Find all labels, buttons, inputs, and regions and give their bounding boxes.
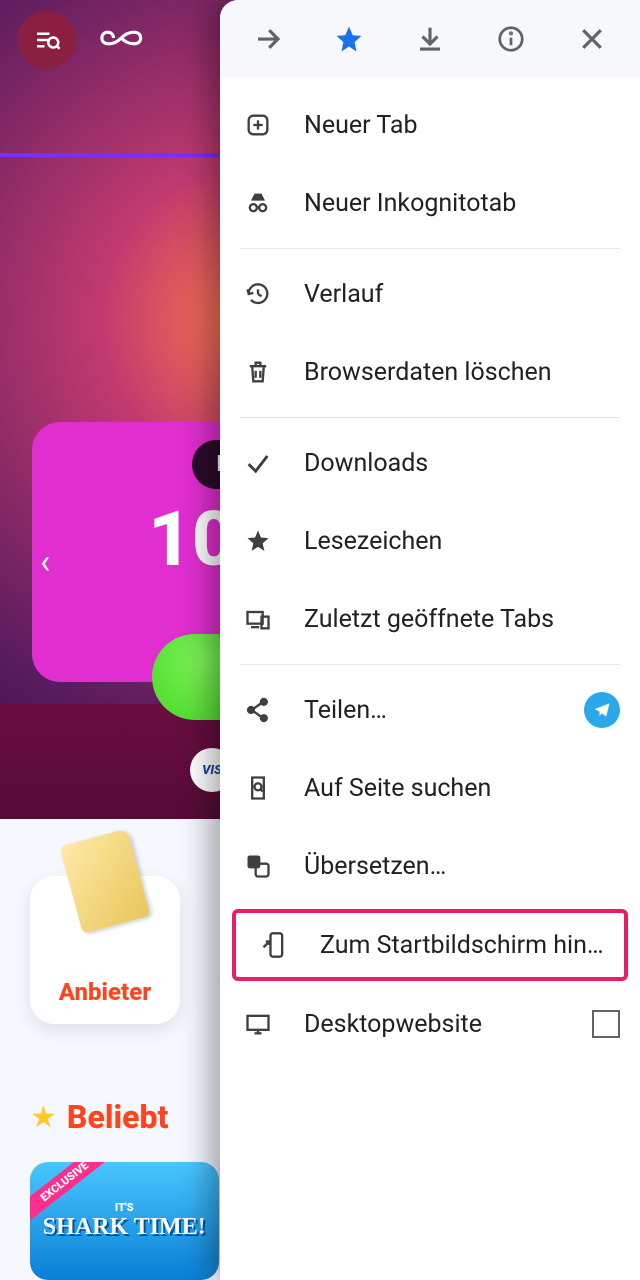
devices-icon xyxy=(244,605,272,633)
menu-item-desktop-site[interactable]: Desktopwebsite xyxy=(220,985,640,1063)
plus-square-icon xyxy=(244,111,272,139)
menu-separator xyxy=(240,417,620,418)
menu-label: Verlauf xyxy=(304,280,620,309)
bookmark-star-button[interactable] xyxy=(332,22,366,56)
menu-item-new-tab[interactable]: Neuer Tab xyxy=(220,86,640,164)
trash-icon xyxy=(244,358,272,386)
promo-prev-arrow[interactable]: ‹ xyxy=(40,542,50,582)
category-card-providers[interactable]: Anbieter xyxy=(30,876,180,1024)
search-icon xyxy=(32,25,62,55)
menu-item-downloads[interactable]: Downloads xyxy=(220,424,640,502)
history-icon xyxy=(244,280,272,308)
menu-label: Auf Seite suchen xyxy=(304,774,620,803)
telegram-share-button[interactable] xyxy=(584,692,620,728)
browser-menu-panel: Neuer Tab Neuer Inkognitotab Verlauf Bro… xyxy=(220,0,640,1280)
desktop-icon xyxy=(244,1010,272,1038)
info-icon xyxy=(496,24,526,54)
telegram-icon xyxy=(592,700,612,720)
menu-label: Neuer Inkognitotab xyxy=(304,189,620,218)
search-button[interactable] xyxy=(18,11,76,69)
site-logo[interactable] xyxy=(98,23,160,57)
find-in-page-icon xyxy=(244,774,272,802)
menu-item-add-to-home[interactable]: Zum Startbildschirm hinz… xyxy=(232,909,628,981)
menu-label: Lesezeichen xyxy=(304,527,620,556)
star-filled-icon xyxy=(334,24,364,54)
menu-item-bookmarks[interactable]: Lesezeichen xyxy=(220,502,640,580)
menu-item-incognito[interactable]: Neuer Inkognitotab xyxy=(220,164,640,242)
game-card-sharktime[interactable]: EXCLUSIVE IT'S SHARK TIME! xyxy=(30,1162,219,1280)
game-title: SHARK TIME! xyxy=(43,1214,206,1241)
info-button[interactable] xyxy=(494,22,528,56)
menu-label: Zum Startbildschirm hinz… xyxy=(320,931,604,960)
star-icon xyxy=(244,527,272,555)
game-subtitle: IT'S xyxy=(43,1201,206,1214)
menu-separator xyxy=(240,248,620,249)
check-icon xyxy=(244,449,272,477)
close-menu-button[interactable] xyxy=(575,22,609,56)
menu-separator xyxy=(240,664,620,665)
browser-menu-list: Neuer Tab Neuer Inkognitotab Verlauf Bro… xyxy=(220,78,640,1280)
menu-label: Zuletzt geöffnete Tabs xyxy=(304,605,620,634)
category-label: Anbieter xyxy=(59,978,151,1006)
translate-icon xyxy=(244,852,272,880)
incognito-icon xyxy=(244,189,272,217)
menu-item-recent-tabs[interactable]: Zuletzt geöffnete Tabs xyxy=(220,580,640,658)
add-to-home-icon xyxy=(260,931,288,959)
menu-label: Übersetzen… xyxy=(304,852,620,881)
download-button[interactable] xyxy=(413,22,447,56)
browser-menu-toolbar xyxy=(220,0,640,78)
section-title: Beliebt xyxy=(67,1098,168,1136)
infinity-icon xyxy=(98,23,160,53)
download-icon xyxy=(415,24,445,54)
star-icon: ★ xyxy=(30,1100,57,1135)
share-icon xyxy=(244,696,272,724)
close-icon xyxy=(577,24,607,54)
forward-button[interactable] xyxy=(251,22,285,56)
menu-label: Teilen… xyxy=(304,696,556,725)
desktop-site-checkbox[interactable] xyxy=(592,1010,620,1038)
arrow-right-icon xyxy=(253,24,283,54)
menu-item-share[interactable]: Teilen… xyxy=(220,671,640,749)
menu-item-find[interactable]: Auf Seite suchen xyxy=(220,749,640,827)
menu-label: Desktopwebsite xyxy=(304,1010,564,1039)
menu-label: Browserdaten löschen xyxy=(304,358,620,387)
menu-label: Neuer Tab xyxy=(304,111,620,140)
menu-label: Downloads xyxy=(304,449,620,478)
menu-item-clear-data[interactable]: Browserdaten löschen xyxy=(220,333,640,411)
menu-item-history[interactable]: Verlauf xyxy=(220,255,640,333)
menu-item-translate[interactable]: Übersetzen… xyxy=(220,827,640,905)
